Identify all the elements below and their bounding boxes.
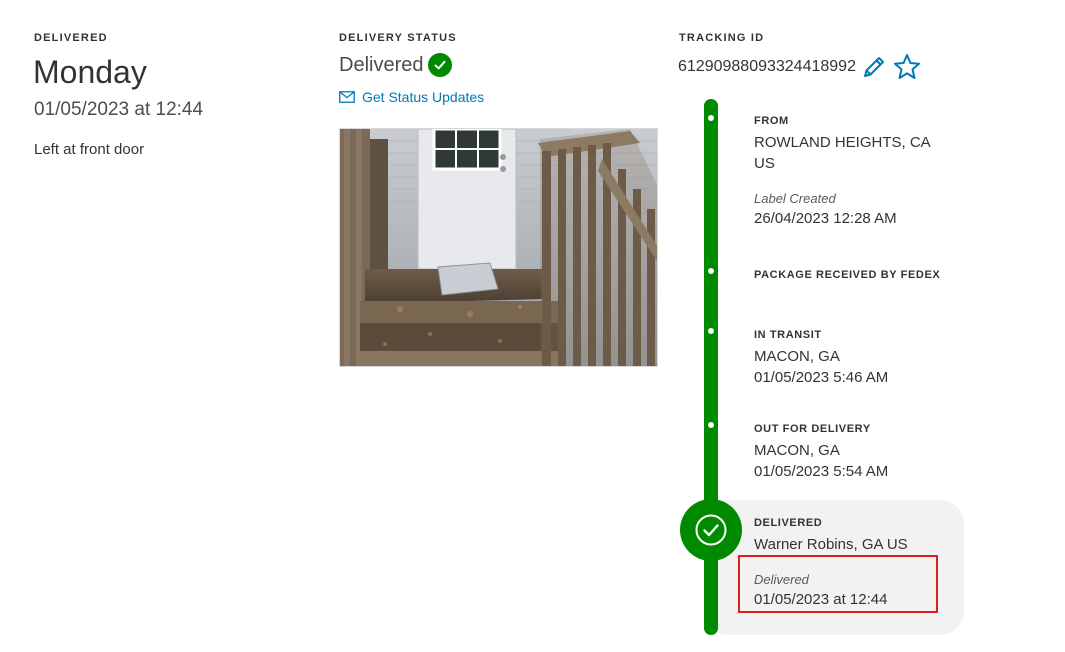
timeline-event-in-transit: IN TRANSIT MACON, GA 01/05/2023 5:46 AM — [754, 329, 954, 388]
event-location: ROWLAND HEIGHTS, CA — [754, 134, 931, 151]
event-location: Warner Robins, GA US — [754, 536, 908, 553]
delivery-status: Delivered — [339, 53, 453, 77]
timeline-dot-received — [708, 268, 714, 274]
get-status-updates-link[interactable]: Get Status Updates — [339, 89, 484, 105]
tracking-id-value: 61290988093324418992 — [678, 58, 856, 75]
timeline-event-out-for-delivery: OUT FOR DELIVERY MACON, GA 01/05/2023 5:… — [754, 423, 954, 482]
event-title: DELIVERED — [754, 517, 823, 529]
timeline-dot-out-for-delivery — [708, 422, 714, 428]
event-location: MACON, GA — [754, 442, 840, 459]
check-circle-icon — [428, 53, 453, 77]
event-title: OUT FOR DELIVERY — [754, 423, 871, 435]
timeline-event-received: PACKAGE RECEIVED BY FEDEX — [754, 269, 954, 281]
timeline-dot-from — [708, 115, 714, 121]
check-circle-icon — [680, 499, 742, 561]
delivered-eyebrow: DELIVERED — [34, 32, 108, 44]
pencil-icon[interactable] — [860, 53, 888, 81]
highlight-box — [738, 555, 938, 613]
delivery-status-value: Delivered — [339, 53, 424, 76]
event-timestamp: 01/05/2023 5:54 AM — [754, 463, 889, 480]
event-title: FROM — [754, 115, 789, 127]
tracking-id-row: 61290988093324418992 — [678, 52, 922, 82]
event-timestamp: 01/05/2023 5:46 AM — [754, 369, 889, 386]
get-status-updates-label: Get Status Updates — [362, 89, 485, 105]
event-title: PACKAGE RECEIVED BY FEDEX — [754, 269, 941, 281]
proof-of-delivery-photo — [339, 128, 658, 367]
envelope-icon — [339, 91, 355, 103]
delivery-note: Left at front door — [34, 141, 145, 158]
event-title: IN TRANSIT — [754, 329, 822, 341]
delivery-day: Monday — [33, 54, 147, 90]
timeline-dot-in-transit — [708, 328, 714, 334]
event-sub-label: Label Created — [754, 191, 836, 206]
event-location: MACON, GA — [754, 348, 840, 365]
event-timestamp: 26/04/2023 12:28 AM — [754, 210, 897, 227]
event-location-country: US — [754, 155, 775, 172]
tracking-id-eyebrow: TRACKING ID — [679, 32, 765, 44]
timeline-event-from: FROM ROWLAND HEIGHTS, CA US Label Create… — [754, 115, 954, 229]
delivery-datetime: 01/05/2023 at 12:44 — [34, 99, 204, 120]
star-icon[interactable] — [892, 52, 922, 82]
delivery-status-eyebrow: DELIVERY STATUS — [339, 32, 457, 44]
